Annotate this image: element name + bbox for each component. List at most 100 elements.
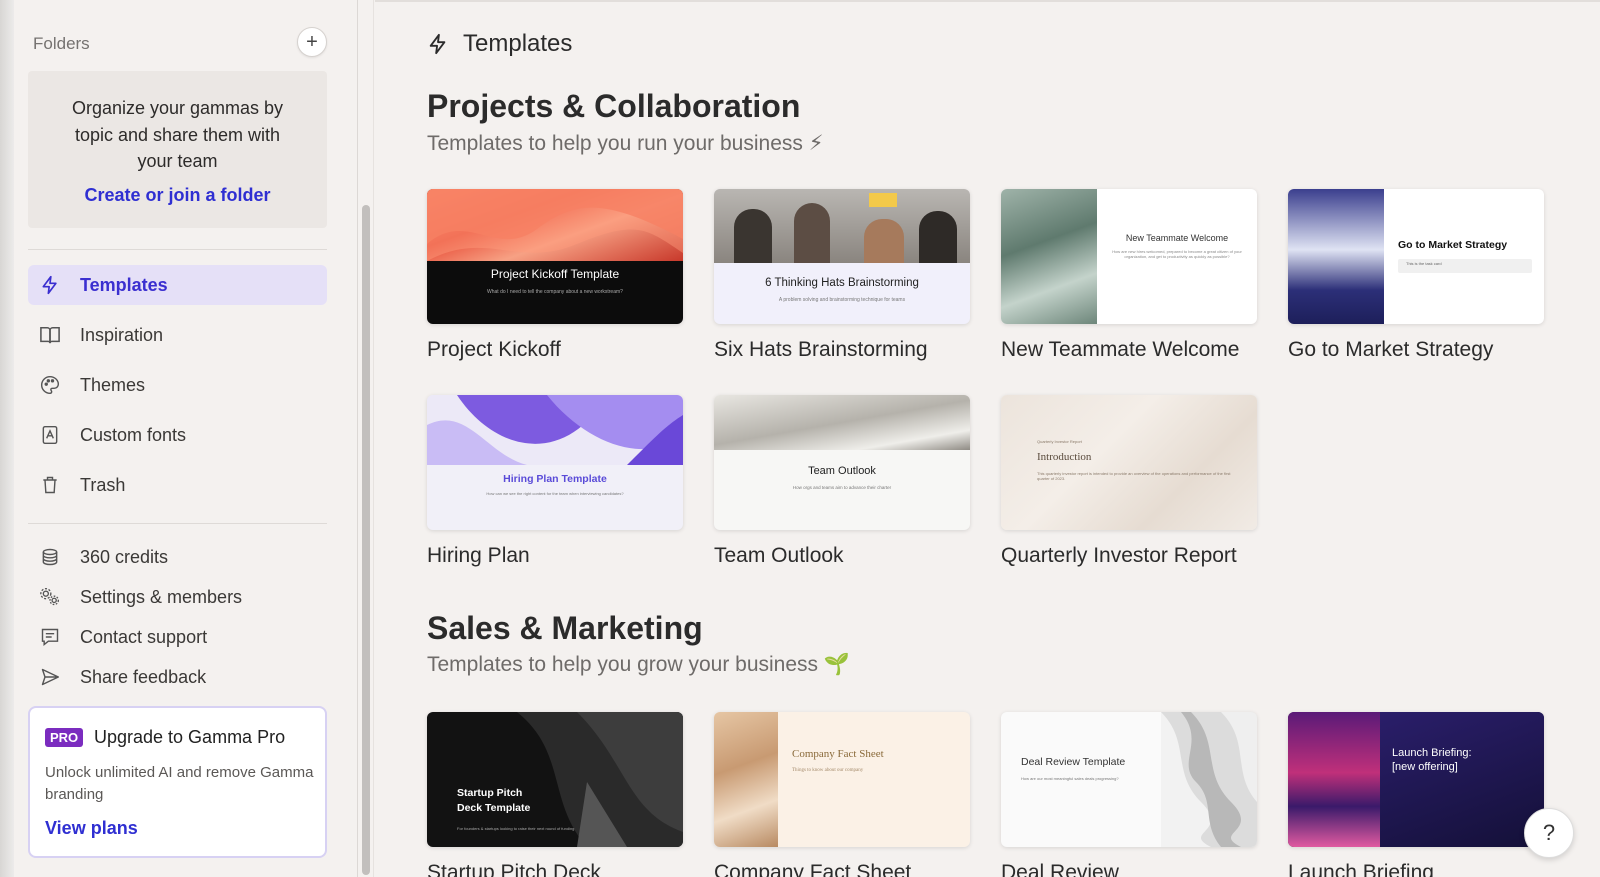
thumbnail-title: Introduction xyxy=(1037,451,1092,463)
template-name: Deal Review xyxy=(1001,861,1119,877)
template-card-deal-review[interactable]: Deal Review Template How are our most me… xyxy=(1001,712,1257,877)
folders-header: Folders xyxy=(33,34,90,53)
help-button[interactable]: ? xyxy=(1524,808,1574,858)
template-name: Hiring Plan xyxy=(427,544,530,567)
sidebar-item-inspiration[interactable]: Inspiration xyxy=(28,315,327,355)
sidebar-item-label: Trash xyxy=(80,474,126,495)
sidebar-item-label: Inspiration xyxy=(80,324,164,345)
thumbnail-title: Team Outlook xyxy=(808,465,876,477)
template-card-team-outlook[interactable]: Team Outlook How orgs and teams aim to a… xyxy=(714,395,970,568)
thumbnail-subtitle: Things to know about our company xyxy=(792,768,864,773)
sidebar-item-credits[interactable]: 360 credits xyxy=(28,537,327,577)
thumbnail-background xyxy=(1288,189,1384,324)
sidebar-edge xyxy=(0,0,14,877)
sidebar-item-themes[interactable]: Themes xyxy=(28,365,327,405)
template-card-launch-briefing[interactable]: Launch Briefing: [new offering] Launch B… xyxy=(1288,712,1544,877)
thumbnail-title: Launch Briefing: [new offering] xyxy=(1392,747,1472,773)
template-name: Launch Briefing xyxy=(1288,861,1434,877)
thumbnail-subtitle: What do I need to tell the company about… xyxy=(487,289,623,295)
trash-icon xyxy=(38,473,62,497)
sidebar-item-label: Themes xyxy=(80,374,146,395)
upgrade-title: Upgrade to Gamma Pro xyxy=(94,727,286,747)
thumbnail-subtitle: How can we see the right content for the… xyxy=(486,491,624,496)
thumbnail-title: Deal Review Template xyxy=(1021,756,1126,768)
template-name: Project Kickoff xyxy=(427,338,561,361)
sidebar-item-share-feedback[interactable]: Share feedback xyxy=(28,657,327,697)
book-icon xyxy=(38,323,62,347)
add-folder-button[interactable]: + xyxy=(297,27,327,57)
sidebar-item-templates[interactable]: Templates xyxy=(28,265,327,305)
page-header: Templates xyxy=(427,30,572,58)
section-subtitle: Templates to help you grow your business… xyxy=(427,653,851,676)
template-card-company-fact-sheet[interactable]: Company Fact Sheet Things to know about … xyxy=(714,712,970,877)
sidebar-item-trash[interactable]: Trash xyxy=(28,465,327,505)
lightning-icon xyxy=(38,273,62,297)
main-content: Templates Projects & Collaboration Templ… xyxy=(375,0,1600,877)
sidebar-item-contact-support[interactable]: Contact support xyxy=(28,617,327,657)
thumbnail-subtitle: For founders & startups looking to raise… xyxy=(457,826,575,831)
sidebar-item-custom-fonts[interactable]: Custom fonts xyxy=(28,415,327,455)
template-thumbnail: Deal Review Template How are our most me… xyxy=(1001,712,1257,847)
sidebar-item-label: Custom fonts xyxy=(80,424,187,445)
template-card-six-hats[interactable]: 6 Thinking Hats Brainstorming A problem … xyxy=(714,189,970,362)
template-thumbnail: Go to Market Strategy This is the task c… xyxy=(1288,189,1544,324)
pro-badge: PRO xyxy=(45,728,84,747)
sidebar-item-settings[interactable]: Settings & members xyxy=(28,577,327,617)
folder-card-description: Organize your gammas by topic and share … xyxy=(71,98,284,171)
sidebar-scrollbar-thumb[interactable] xyxy=(362,205,370,875)
template-thumbnail: 6 Thinking Hats Brainstorming A problem … xyxy=(714,189,970,324)
thumbnail-subtitle: How are new hires welcomed, prepared to … xyxy=(1112,249,1242,259)
thumbnail-kicker: Quarterly Investor Report xyxy=(1037,439,1082,444)
template-thumbnail: Team Outlook How orgs and teams aim to a… xyxy=(714,395,970,530)
create-folder-link[interactable]: Create or join a folder xyxy=(28,185,327,206)
thumbnail-title: Go to Market Strategy xyxy=(1398,239,1508,251)
wave-graphic xyxy=(427,189,683,261)
upgrade-description: Unlock unlimited AI and remove Gamma bra… xyxy=(45,764,314,803)
template-card-hiring-plan[interactable]: Hiring Plan Template How can we see the … xyxy=(427,395,683,568)
thumbnail-subtitle: How orgs and teams aim to advance their … xyxy=(792,485,892,490)
template-card-new-teammate-welcome[interactable]: New Teammate Welcome How are new hires w… xyxy=(1001,189,1257,362)
template-name: Company Fact Sheet xyxy=(714,861,912,877)
thumbnail-subtitle: A problem solving and brainstorming tech… xyxy=(778,297,906,303)
template-name: New Teammate Welcome xyxy=(1001,338,1240,361)
palette-icon xyxy=(38,373,62,397)
thumbnail-title: Company Fact Sheet xyxy=(792,748,884,760)
top-divider xyxy=(375,0,1600,2)
template-card-project-kickoff[interactable]: Project Kickoff Template What do I need … xyxy=(427,189,683,362)
lightning-icon xyxy=(429,33,446,55)
template-thumbnail: Project Kickoff Template What do I need … xyxy=(427,189,683,324)
divider xyxy=(28,249,327,250)
thumbnail-title: New Teammate Welcome xyxy=(1125,233,1229,243)
template-card-go-to-market[interactable]: Go to Market Strategy This is the task c… xyxy=(1288,189,1544,362)
template-thumbnail: Hiring Plan Template How can we see the … xyxy=(427,395,683,530)
template-card-startup-pitch-deck[interactable]: Startup Pitch Deck Template For founders… xyxy=(427,712,683,877)
divider xyxy=(28,523,327,524)
font-icon xyxy=(38,423,62,447)
sidebar-item-label: Templates xyxy=(80,274,168,295)
thumbnail-title: Startup Pitch Deck Template xyxy=(457,787,531,814)
view-plans-link[interactable]: View plans xyxy=(45,818,138,839)
template-card-quarterly-investor-report[interactable]: Quarterly Investor Report Introduction T… xyxy=(1001,395,1257,568)
page-title: Templates xyxy=(463,30,573,57)
section-title: Projects & Collaboration xyxy=(427,88,801,124)
sidebar-item-label: Contact support xyxy=(80,626,208,647)
template-thumbnail: Launch Briefing: [new offering] xyxy=(1288,712,1544,847)
thumbnail-background xyxy=(1288,712,1380,847)
section-title: Sales & Marketing xyxy=(427,610,703,646)
sidebar-item-label: 360 credits xyxy=(80,546,169,567)
wave-graphic xyxy=(427,395,683,465)
thumbnail-photo xyxy=(714,189,970,263)
upgrade-card: PRO Upgrade to Gamma Pro Unlock unlimite… xyxy=(28,706,327,858)
gears-icon xyxy=(38,585,62,609)
template-name: Go to Market Strategy xyxy=(1288,338,1494,361)
thumbnail-background xyxy=(714,712,778,847)
thumbnail-title: 6 Thinking Hats Brainstorming xyxy=(765,277,919,289)
coins-icon xyxy=(38,545,62,569)
sidebar-item-label: Share feedback xyxy=(80,666,207,687)
send-icon xyxy=(38,665,62,689)
sidebar-item-label: Settings & members xyxy=(80,586,243,607)
template-thumbnail: Quarterly Investor Report Introduction T… xyxy=(1001,395,1257,530)
chat-icon xyxy=(38,625,62,649)
section-subtitle: Templates to help you run your business … xyxy=(427,132,824,155)
template-name: Startup Pitch Deck xyxy=(427,861,601,877)
